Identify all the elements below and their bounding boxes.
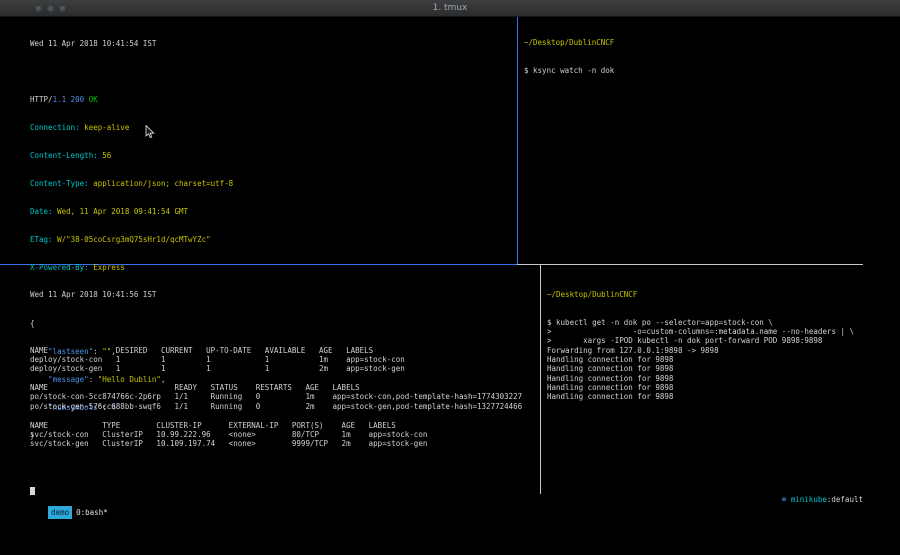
pane-divider-vertical-top[interactable] [517,17,518,264]
tmux-status-bar: demo0:bash* ☸ minikube:default [0,493,900,506]
pane-ksync[interactable]: ~/Desktop/DublinCNCF $ ksync watch -n do… [524,19,859,262]
http-header: Connection: keep-alive [30,123,516,132]
window-title: 1. tmux [0,3,900,13]
mouse-pointer-icon [145,125,155,139]
kubectl-resource-tables: NAME DESIRED CURRENT UP-TO-DATE AVAILABL… [30,346,538,449]
window-tab[interactable]: 0:bash* [76,508,108,517]
http-header: Content-Length: 56 [30,151,516,160]
pane-port-forward[interactable]: ~/Desktop/DublinCNCF $ kubectl get -n do… [547,271,862,496]
pane-divider-vertical-bottom[interactable] [540,265,541,494]
shell-command: $ ksync watch -n dok [524,66,859,75]
port-forward-output: $ kubectl get -n dok po --selector=app=s… [547,318,862,402]
http-header: Date: Wed, 11 Apr 2018 09:41:54 GMT [30,207,516,216]
http-header: ETag: W/"38-05coCsrg3mQ75sHr1d/qcMTwYZc" [30,235,516,244]
kube-context-status: ☸ minikube:default [782,493,863,506]
pane-kubectl-resources[interactable]: Wed 11 Apr 2018 10:41:56 IST NAME DESIRE… [30,271,538,496]
timestamp: Wed 11 Apr 2018 10:41:54 IST [30,39,516,48]
cwd-path: ~/Desktop/DublinCNCF [547,290,862,299]
pane-divider-horizontal-inactive[interactable] [517,264,863,265]
pane-http-response[interactable]: Wed 11 Apr 2018 10:41:54 IST HTTP/1.1 20… [30,20,516,263]
timestamp: Wed 11 Apr 2018 10:41:56 IST [30,290,538,299]
screen: 1. tmux Wed 11 Apr 2018 10:41:54 IST HTT… [0,0,900,555]
kube-namespace: :default [827,495,863,504]
cwd-path: ~/Desktop/DublinCNCF [524,38,859,47]
terminal: Wed 11 Apr 2018 10:41:54 IST HTTP/1.1 20… [0,17,900,506]
session-name: demo [48,506,72,519]
http-status-line: HTTP/1.1 200 OK [30,95,516,104]
kube-context: minikube [791,495,827,504]
window-titlebar: 1. tmux [0,0,900,17]
http-header: Content-Type: application/json; charset=… [30,179,516,188]
